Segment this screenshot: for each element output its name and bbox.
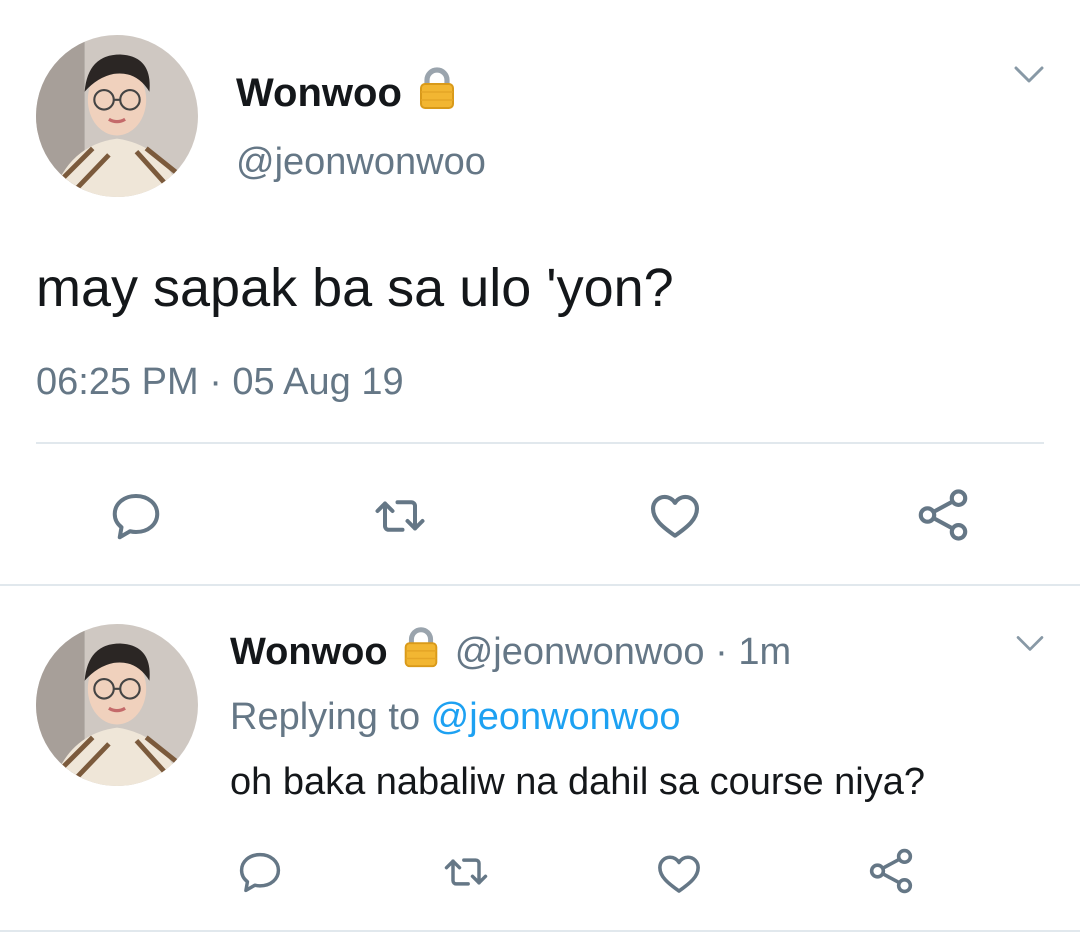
tweet-text: may sapak ba sa ulo 'yon? <box>36 258 674 318</box>
reply-icon <box>112 494 160 540</box>
avatar-image <box>36 35 198 197</box>
share-button[interactable] <box>912 484 974 546</box>
reply-avatar-image <box>36 624 198 786</box>
reply-button[interactable] <box>106 486 166 546</box>
section-divider <box>0 584 1080 586</box>
replying-to: Replying to @jeonwonwoo <box>230 694 681 740</box>
reply-share-button[interactable] <box>864 844 918 898</box>
retweet-icon <box>444 858 488 886</box>
reply-header: Wonwoo @jeonwonwoo · 1m <box>230 624 791 682</box>
lock-icon <box>413 64 461 122</box>
reply-lock-icon <box>398 624 444 682</box>
replying-label: Replying to <box>230 696 431 738</box>
reply-icon <box>239 852 281 893</box>
display-name-text: Wonwoo <box>236 71 402 115</box>
chevron-down-icon[interactable] <box>1012 62 1046 86</box>
retweet-button[interactable] <box>370 486 430 546</box>
timestamp: 06:25 PM · 05 Aug 19 <box>36 361 404 403</box>
share-icon <box>869 848 913 894</box>
reply-retweet-button[interactable] <box>440 846 492 898</box>
handle[interactable]: @jeonwonwoo <box>236 140 486 184</box>
avatar[interactable] <box>36 35 198 197</box>
like-icon <box>658 855 700 893</box>
display-name[interactable]: Wonwoo <box>236 64 461 122</box>
like-icon <box>650 494 700 538</box>
retweet-icon <box>375 500 425 532</box>
replying-handle-link[interactable]: @jeonwonwoo <box>431 696 681 738</box>
divider <box>36 442 1044 444</box>
bottom-divider <box>0 930 1080 932</box>
reply-like-button[interactable] <box>652 846 706 900</box>
reply-display-name[interactable]: Wonwoo <box>230 631 388 673</box>
reply-reply-button[interactable] <box>234 846 286 898</box>
share-icon <box>918 489 968 541</box>
reply-handle[interactable]: @jeonwonwoo <box>455 631 705 673</box>
reply-time: · 1m <box>704 631 792 673</box>
reply-text: oh baka nabaliw na dahil sa course niya? <box>230 761 926 803</box>
like-button[interactable] <box>644 484 706 546</box>
reply-chevron-down-icon[interactable] <box>1014 632 1046 654</box>
reply-avatar[interactable] <box>36 624 198 786</box>
